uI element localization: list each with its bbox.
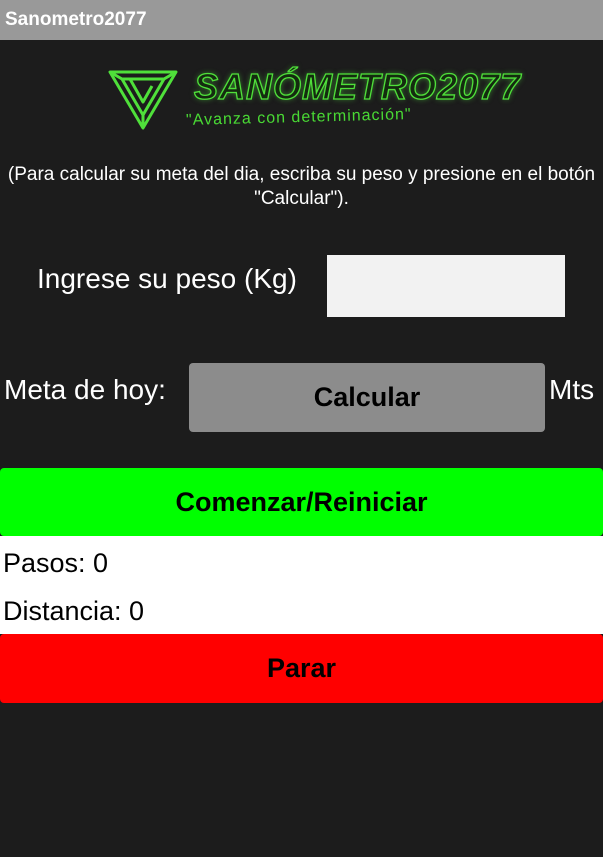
app-logo: SANÓMETRO2077 "Avanza con determinación": [108, 64, 521, 140]
stats-panel: Pasos: 0 Distancia: 0: [0, 536, 603, 634]
stop-button[interactable]: Parar: [0, 634, 603, 703]
calculate-button[interactable]: Calcular: [189, 363, 545, 432]
logo-slogan: "Avanza con determinación": [185, 106, 412, 129]
title-bar: Sanometro2077: [0, 0, 603, 40]
logo-title: SANÓMETRO2077: [193, 65, 522, 107]
app-title: Sanometro2077: [5, 9, 147, 30]
weight-input[interactable]: [327, 255, 565, 317]
impossible-triangle-icon: [108, 70, 178, 130]
goal-label: Meta de hoy:: [4, 374, 166, 405]
steps-count: Pasos: 0: [3, 548, 109, 578]
weight-label: Ingrese su peso (Kg): [37, 263, 297, 294]
goal-unit-label: Mts: [549, 374, 595, 405]
start-reset-button[interactable]: Comenzar/Reiniciar: [0, 468, 603, 536]
distance-value: Distancia: 0: [3, 596, 145, 626]
instructions-text: (Para calcular su meta del dia, escriba …: [7, 164, 596, 209]
